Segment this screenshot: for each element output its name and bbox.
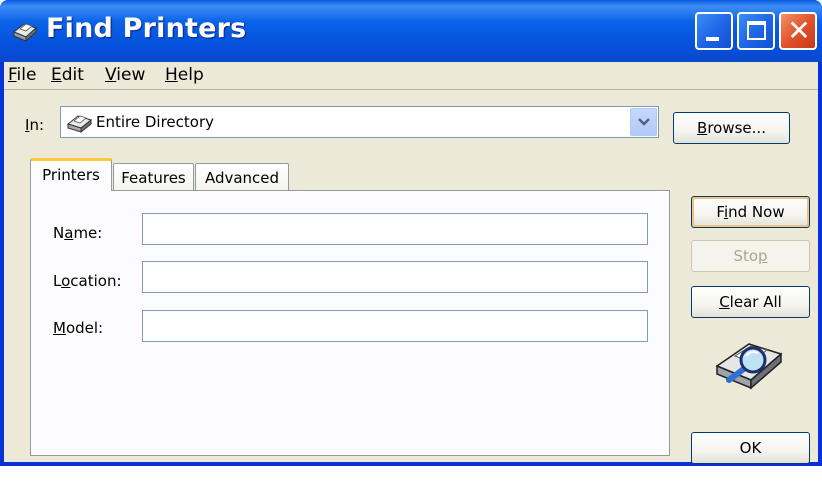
clear-all-rest: lear All bbox=[729, 293, 782, 311]
minimize-button[interactable] bbox=[695, 12, 733, 50]
menu-help[interactable]: Help bbox=[165, 65, 204, 85]
close-icon: ✕ bbox=[787, 14, 811, 47]
menu-file-accel: F bbox=[8, 65, 17, 85]
in-label: In: bbox=[25, 116, 44, 134]
model-label-rest: odel: bbox=[65, 319, 104, 337]
ok-button[interactable]: OK bbox=[691, 432, 810, 464]
menu-edit-accel: E bbox=[51, 65, 62, 85]
menu-file-label: ile bbox=[16, 65, 37, 85]
tab-features-label: Features bbox=[121, 169, 186, 187]
stop-pre: Sto bbox=[733, 247, 759, 265]
menu-edit[interactable]: Edit bbox=[51, 65, 84, 85]
name-label: Name: bbox=[53, 224, 102, 242]
menu-edit-label: dit bbox=[61, 65, 84, 85]
in-scope-value: Entire Directory bbox=[96, 113, 215, 131]
in-scope-dropdown[interactable]: Entire Directory bbox=[60, 106, 659, 138]
menu-bar: File Edit View Help bbox=[4, 62, 818, 90]
stop-button[interactable]: Stop bbox=[691, 240, 810, 272]
location-label-pre: L bbox=[53, 272, 62, 290]
tab-advanced-label: Advanced bbox=[204, 169, 280, 187]
chevron-down-icon bbox=[638, 118, 650, 126]
location-label: Location: bbox=[53, 272, 122, 290]
menu-help-label: elp bbox=[177, 65, 204, 85]
menu-view-accel: V bbox=[105, 65, 117, 85]
name-label-pre: N bbox=[53, 224, 65, 242]
minimize-icon bbox=[706, 37, 719, 41]
browse-button[interactable]: Browse... bbox=[673, 112, 790, 144]
menu-file[interactable]: File bbox=[8, 65, 36, 85]
tab-advanced[interactable]: Advanced bbox=[195, 163, 289, 193]
dropdown-button[interactable] bbox=[630, 108, 657, 136]
menu-view[interactable]: View bbox=[105, 65, 145, 85]
tab-features[interactable]: Features bbox=[113, 163, 194, 193]
tab-printers[interactable]: Printers bbox=[30, 158, 112, 191]
stop-accel: p bbox=[758, 247, 768, 265]
dialog-client-area: File Edit View Help In: Entire Directory… bbox=[4, 62, 818, 464]
menu-view-label: iew bbox=[116, 65, 146, 85]
browse-accel: B bbox=[697, 119, 708, 137]
clear-all-button[interactable]: Clear All bbox=[691, 286, 810, 318]
find-now-rest: nd Now bbox=[728, 203, 785, 221]
in-label-text: n: bbox=[29, 116, 44, 134]
clear-all-accel: C bbox=[719, 293, 730, 311]
tab-printers-label: Printers bbox=[42, 166, 100, 184]
printers-tab-panel: Name: Location: Model: bbox=[30, 190, 670, 456]
close-button[interactable]: ✕ bbox=[779, 12, 817, 50]
model-input[interactable] bbox=[142, 310, 648, 342]
title-bar[interactable]: Find Printers ✕ bbox=[0, 0, 822, 62]
location-label-accel: o bbox=[61, 272, 71, 290]
name-input[interactable] bbox=[142, 213, 648, 245]
printer-icon bbox=[67, 115, 93, 134]
location-label-rest: cation: bbox=[70, 272, 122, 290]
maximize-button[interactable] bbox=[737, 12, 775, 50]
maximize-icon bbox=[747, 21, 766, 40]
magnifier-printer-icon bbox=[715, 343, 783, 390]
menu-help-accel: H bbox=[165, 65, 178, 85]
browse-label: rowse... bbox=[707, 119, 766, 137]
model-label: Model: bbox=[53, 319, 103, 337]
location-input[interactable] bbox=[142, 261, 648, 293]
find-now-button[interactable]: Find Now bbox=[691, 196, 810, 228]
find-printers-window: Find Printers ✕ File Edit View Help In: … bbox=[0, 0, 822, 466]
name-label-rest: me: bbox=[73, 224, 103, 242]
find-now-pre: F bbox=[716, 203, 724, 221]
model-label-accel: M bbox=[53, 319, 66, 337]
printer-search-icon bbox=[13, 23, 37, 43]
window-title: Find Printers bbox=[46, 13, 247, 44]
